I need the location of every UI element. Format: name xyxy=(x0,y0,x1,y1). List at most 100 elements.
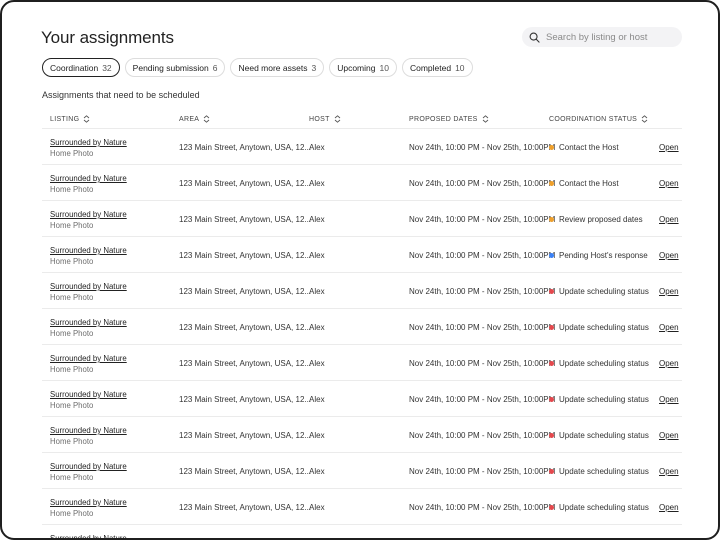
proposed-dates-cell: Nov 24th, 10:00 PM - Nov 25th, 10:00PM xyxy=(409,287,556,296)
column-label: PROPOSED DATES xyxy=(409,115,478,123)
host-cell: Alex xyxy=(309,503,325,512)
tab-count: 3 xyxy=(311,62,317,73)
listing-name-link[interactable]: Surrounded by Nature xyxy=(50,426,127,435)
column-header-proposed-dates[interactable]: PROPOSED DATES xyxy=(409,115,489,123)
open-link[interactable]: Open xyxy=(659,503,679,512)
listing-name-link[interactable]: Surrounded by Nature xyxy=(50,282,127,291)
tab-need-more-assets[interactable]: Need more assets 3 xyxy=(230,58,325,77)
status-dot xyxy=(549,289,554,294)
column-header-coordination-status[interactable]: COORDINATION STATUS xyxy=(549,115,648,123)
listing-type: Home Photo xyxy=(50,293,94,302)
listing-name-link[interactable]: Surrounded by Nature xyxy=(50,138,127,147)
sort-icon xyxy=(482,115,488,123)
status-label: Update scheduling status xyxy=(559,287,649,296)
open-link[interactable]: Open xyxy=(659,179,679,188)
tab-label: Pending submission xyxy=(132,62,209,73)
table-row: Surrounded by Nature Home Photo 123 Main S… xyxy=(42,489,682,525)
listing-name-link[interactable]: Surrounded by Nature xyxy=(50,354,127,363)
proposed-dates-cell: Nov 24th, 10:00 PM - Nov 25th, 10:00PM xyxy=(409,359,556,368)
open-link[interactable]: Open xyxy=(659,467,679,476)
listing-type: Home Photo xyxy=(50,149,94,158)
tab-count: 32 xyxy=(102,62,112,73)
tab-label: Coordination xyxy=(50,62,99,73)
area-cell: 123 Main Street, Anytown, USA, 12... xyxy=(179,395,312,404)
section-subtitle: Assignments that need to be scheduled xyxy=(42,90,200,100)
proposed-dates-cell: Nov 24th, 10:00 PM - Nov 25th, 10:00PM xyxy=(409,251,556,260)
column-header-host[interactable]: HOST xyxy=(309,115,341,123)
host-cell: Alex xyxy=(309,179,325,188)
host-cell: Alex xyxy=(309,323,325,332)
page-title: Your assignments xyxy=(41,28,174,47)
proposed-dates-cell: Nov 24th, 10:00 PM - Nov 25th, 10:00PM xyxy=(409,467,556,476)
status-label: Pending Host's response xyxy=(559,251,648,260)
listing-type: Home Photo xyxy=(50,509,94,518)
table-row: Surrounded by Nature Home Photo 123 Main S… xyxy=(42,381,682,417)
coordination-status-cell: Contact the Host xyxy=(549,143,619,152)
proposed-dates-cell: Nov 24th, 10:00 PM - Nov 25th, 10:00PM xyxy=(409,179,556,188)
table-body: Surrounded by Nature Home Photo 123 Main S… xyxy=(42,129,682,538)
area-cell: 123 Main Street, Anytown, USA, 12... xyxy=(179,179,312,188)
listing-type: Home Photo xyxy=(50,437,94,446)
status-dot xyxy=(549,433,554,438)
listing-name-link[interactable]: Surrounded by Nature xyxy=(50,462,127,471)
tab-label: Need more assets xyxy=(238,62,308,73)
search-input[interactable] xyxy=(546,31,676,43)
table-row: Surrounded by Nature Home Photo 123 Main S… xyxy=(42,165,682,201)
status-dot xyxy=(549,397,554,402)
area-cell: 123 Main Street, Anytown, USA, 12... xyxy=(179,215,312,224)
coordination-status-cell: Update scheduling status xyxy=(549,467,649,476)
open-link[interactable]: Open xyxy=(659,143,679,152)
table-row: Surrounded by Nature Home Photo 123 Main S… xyxy=(42,345,682,381)
tab-label: Completed xyxy=(409,62,452,73)
column-header-listing[interactable]: LISTING xyxy=(50,115,90,123)
status-label: Update scheduling status xyxy=(559,359,649,368)
host-cell: Alex xyxy=(309,467,325,476)
table-row: Surrounded by Nature Home Photo 123 Main S… xyxy=(42,273,682,309)
coordination-status-cell: Update scheduling status xyxy=(549,287,649,296)
listing-type: Home Photo xyxy=(50,473,94,482)
open-link[interactable]: Open xyxy=(659,359,679,368)
area-cell: 123 Main Street, Anytown, USA, 12... xyxy=(179,251,312,260)
column-label: AREA xyxy=(179,115,200,123)
tab-upcoming[interactable]: Upcoming 10 xyxy=(329,58,397,77)
status-dot xyxy=(549,145,554,150)
listing-type: Home Photo xyxy=(50,257,94,266)
open-link[interactable]: Open xyxy=(659,287,679,296)
column-label: HOST xyxy=(309,115,330,123)
sort-icon xyxy=(84,115,90,123)
open-link[interactable]: Open xyxy=(659,215,679,224)
tab-count: 10 xyxy=(455,62,465,73)
search-bar[interactable] xyxy=(522,27,682,47)
area-cell: 123 Main Street, Anytown, USA, 12... xyxy=(179,143,312,152)
listing-name-link[interactable]: Surrounded by Nature xyxy=(50,318,127,327)
open-link[interactable]: Open xyxy=(659,431,679,440)
table-row: Surrounded by Nature Home Photo 123 Main S… xyxy=(42,417,682,453)
tab-pending-submission[interactable]: Pending submission 6 xyxy=(124,58,226,77)
status-label: Contact the Host xyxy=(559,179,619,188)
status-label: Update scheduling status xyxy=(559,431,649,440)
status-dot xyxy=(549,469,554,474)
status-label: Update scheduling status xyxy=(559,467,649,476)
sort-icon xyxy=(641,115,648,123)
coordination-status-cell: Update scheduling status xyxy=(549,323,649,332)
host-cell: Alex xyxy=(309,359,325,368)
area-cell: 123 Main Street, Anytown, USA, 12... xyxy=(179,431,312,440)
listing-name-link[interactable]: Surrounded by Nature xyxy=(50,534,127,538)
listing-name-link[interactable]: Surrounded by Nature xyxy=(50,246,127,255)
open-link[interactable]: Open xyxy=(659,251,679,260)
column-header-area[interactable]: AREA xyxy=(179,115,210,123)
listing-name-link[interactable]: Surrounded by Nature xyxy=(50,174,127,183)
listing-name-link[interactable]: Surrounded by Nature xyxy=(50,210,127,219)
listing-name-link[interactable]: Surrounded by Nature xyxy=(50,498,127,507)
proposed-dates-cell: Nov 24th, 10:00 PM - Nov 25th, 10:00PM xyxy=(409,143,556,152)
tab-coordination[interactable]: Coordination 32 xyxy=(42,58,120,77)
status-tabs: Coordination 32 Pending submission 6 Nee… xyxy=(42,58,473,77)
open-link[interactable]: Open xyxy=(659,323,679,332)
coordination-status-cell: Update scheduling status xyxy=(549,359,649,368)
listing-name-link[interactable]: Surrounded by Nature xyxy=(50,390,127,399)
tab-completed[interactable]: Completed 10 xyxy=(401,58,473,77)
open-link[interactable]: Open xyxy=(659,395,679,404)
sort-icon xyxy=(334,115,340,123)
status-dot xyxy=(549,181,554,186)
assignments-table: LISTING AREA HOST PROPOSED DATES COORDIN… xyxy=(42,110,682,538)
